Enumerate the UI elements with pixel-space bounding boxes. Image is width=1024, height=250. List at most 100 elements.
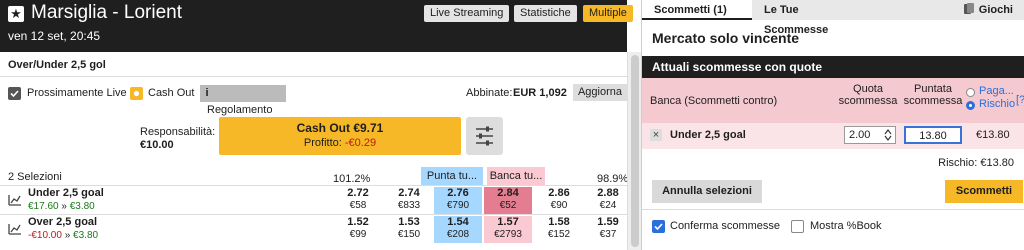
size: €58 bbox=[349, 200, 367, 211]
cashout-amount: Cash Out €9.71 bbox=[296, 121, 384, 135]
runner-name: Over 2,5 goal bbox=[28, 216, 98, 228]
current-bets-header: Attuali scommesse con quote bbox=[642, 56, 1024, 78]
best-lay-price-cell-selected[interactable]: 2.84 €52 bbox=[484, 187, 532, 214]
size: €152 bbox=[547, 229, 571, 240]
chart-icon[interactable] bbox=[8, 194, 22, 206]
favourite-star-icon[interactable]: ★ bbox=[8, 6, 24, 22]
odds-stepper-icon[interactable] bbox=[884, 129, 892, 141]
betslip-panel: Scommetti (1) Le Tue Scommesse Giochi Me… bbox=[641, 0, 1024, 250]
best-lay-price-cell[interactable]: 1.57 €2793 bbox=[484, 216, 532, 243]
place-bets-button[interactable]: Scommetti bbox=[945, 180, 1023, 203]
price: 1.54 bbox=[447, 216, 469, 228]
size: €99 bbox=[349, 229, 367, 240]
back-book-percent: 101.2% bbox=[333, 173, 371, 185]
price: 1.57 bbox=[497, 216, 519, 228]
matched-label: Abbinate: bbox=[466, 87, 513, 99]
refresh-button[interactable]: Aggiorna bbox=[573, 84, 627, 101]
price: 2.72 bbox=[347, 187, 369, 199]
bet-liability: €13.80 bbox=[976, 129, 1010, 141]
pl-arrow: » bbox=[64, 230, 71, 241]
size: €90 bbox=[550, 200, 568, 211]
back-price-cell[interactable]: 2.74 €833 bbox=[385, 187, 433, 214]
tab-bets[interactable]: Scommetti (1) bbox=[642, 0, 752, 20]
profit-label: Profitto: bbox=[303, 137, 342, 149]
size: €790 bbox=[446, 200, 470, 211]
price: 2.88 bbox=[597, 187, 619, 199]
show-book-label: Mostra %Book bbox=[810, 220, 882, 232]
size: €150 bbox=[397, 229, 421, 240]
size: €208 bbox=[446, 229, 470, 240]
lay-price-cell[interactable]: 2.88 €24 bbox=[584, 187, 632, 214]
info-icon: i bbox=[205, 87, 209, 99]
size: €833 bbox=[397, 200, 421, 211]
stake-input[interactable]: 13.80 bbox=[904, 126, 962, 144]
liability-value: €10.00 bbox=[140, 139, 174, 151]
statistics-button[interactable]: Statistiche bbox=[514, 5, 577, 22]
tab-games[interactable]: Giochi bbox=[870, 0, 1024, 20]
back-price-cell[interactable]: 2.72 €58 bbox=[334, 187, 382, 214]
betslip-tabs: Scommetti (1) Le Tue Scommesse Giochi bbox=[642, 0, 1024, 36]
show-book-checkbox[interactable] bbox=[791, 220, 804, 233]
event-header: ★ Marsiglia - Lorient ven 12 set, 20:45 … bbox=[0, 0, 633, 52]
coming-live-label: Prossimamente Live bbox=[27, 87, 127, 99]
radio-risk-label[interactable]: Rischio bbox=[979, 98, 1015, 110]
event-datetime: ven 12 set, 20:45 bbox=[8, 29, 101, 43]
multiples-button[interactable]: Multiple bbox=[583, 5, 633, 22]
rules-button[interactable]: iRegolamento bbox=[200, 85, 286, 119]
stake-column-header: Puntata scommessa bbox=[903, 83, 963, 107]
chart-icon[interactable] bbox=[8, 223, 22, 235]
lay-price-cell[interactable]: 2.86 €90 bbox=[535, 187, 583, 214]
market-scrollbar[interactable] bbox=[627, 52, 641, 250]
size: €52 bbox=[499, 200, 517, 211]
live-checkbox-icon[interactable] bbox=[8, 87, 21, 100]
runner-pl-current: €17.60 bbox=[28, 201, 59, 212]
total-risk: Rischio: €13.80 bbox=[938, 157, 1014, 169]
confirm-bets-checkbox[interactable] bbox=[652, 220, 665, 233]
odds-input[interactable]: 2.00 bbox=[844, 126, 896, 144]
market-panel: ★ Marsiglia - Lorient ven 12 set, 20:45 … bbox=[0, 0, 633, 250]
tab-my-bets[interactable]: Le Tue Scommesse bbox=[752, 0, 870, 36]
lay-price-cell[interactable]: 1.58 €152 bbox=[535, 216, 583, 243]
live-streaming-button[interactable]: Live Streaming bbox=[424, 5, 510, 22]
best-back-price-cell[interactable]: 2.76 €790 bbox=[434, 187, 482, 214]
confirm-bets-label: Conferma scommesse bbox=[670, 220, 781, 232]
radio-payout-label[interactable]: Paga... bbox=[979, 85, 1014, 97]
best-back-price-cell[interactable]: 1.54 €208 bbox=[434, 216, 482, 243]
odds-value: 2.00 bbox=[849, 129, 871, 141]
matched-value: EUR 1,092 bbox=[513, 87, 567, 99]
back-price-cell[interactable]: 1.53 €150 bbox=[385, 216, 433, 243]
runner-pl-current: -€10.00 bbox=[28, 230, 62, 241]
lay-price-cell[interactable]: 1.59 €37 bbox=[584, 216, 632, 243]
bet-selection-name: Under 2,5 goal bbox=[670, 129, 746, 141]
size: €37 bbox=[599, 229, 617, 240]
help-link[interactable]: [?] bbox=[1016, 94, 1024, 106]
cashout-settings-sliders-icon[interactable] bbox=[466, 117, 503, 155]
size: €2793 bbox=[494, 229, 522, 240]
runner-row: Over 2,5 goal -€10.00 » €3.80 1.52 €99 1.… bbox=[0, 214, 627, 243]
cashout-label: Cash Out bbox=[148, 87, 195, 99]
radio-payout[interactable] bbox=[966, 88, 975, 97]
lay-all-header[interactable]: Banca tu... bbox=[487, 167, 545, 185]
lay-bets-header: Banca (Scommetti contro) Quota scommessa… bbox=[642, 78, 1024, 123]
app-root: ★ Marsiglia - Lorient ven 12 set, 20:45 … bbox=[0, 0, 1024, 250]
back-all-header[interactable]: Punta tu... bbox=[421, 167, 483, 185]
odds-column-header: Quota scommessa bbox=[838, 83, 898, 107]
back-price-cell[interactable]: 1.52 €99 bbox=[334, 216, 382, 243]
divider bbox=[0, 76, 627, 77]
runner-row: Under 2,5 goal €17.60 » €3.80 2.72 €58 2.… bbox=[0, 185, 627, 214]
radio-risk[interactable] bbox=[966, 101, 975, 110]
runner-name: Under 2,5 goal bbox=[28, 187, 104, 199]
liability-label: Responsabilità: bbox=[140, 126, 216, 138]
cancel-selections-button[interactable]: Annulla selezioni bbox=[652, 180, 762, 203]
remove-bet-icon[interactable]: × bbox=[650, 129, 662, 141]
cashout-icon bbox=[130, 87, 143, 100]
price: 1.53 bbox=[398, 216, 420, 228]
price: 1.58 bbox=[548, 216, 570, 228]
market-type-title: Mercato solo vincente bbox=[652, 30, 800, 46]
divider bbox=[642, 209, 1024, 210]
price: 2.76 bbox=[447, 187, 469, 199]
scrollbar-thumb[interactable] bbox=[631, 55, 639, 247]
event-title: Marsiglia - Lorient bbox=[31, 2, 182, 23]
cashout-button[interactable]: Cash Out €9.71 Profitto: -€0.29 bbox=[219, 117, 461, 155]
pl-arrow: » bbox=[61, 201, 67, 212]
